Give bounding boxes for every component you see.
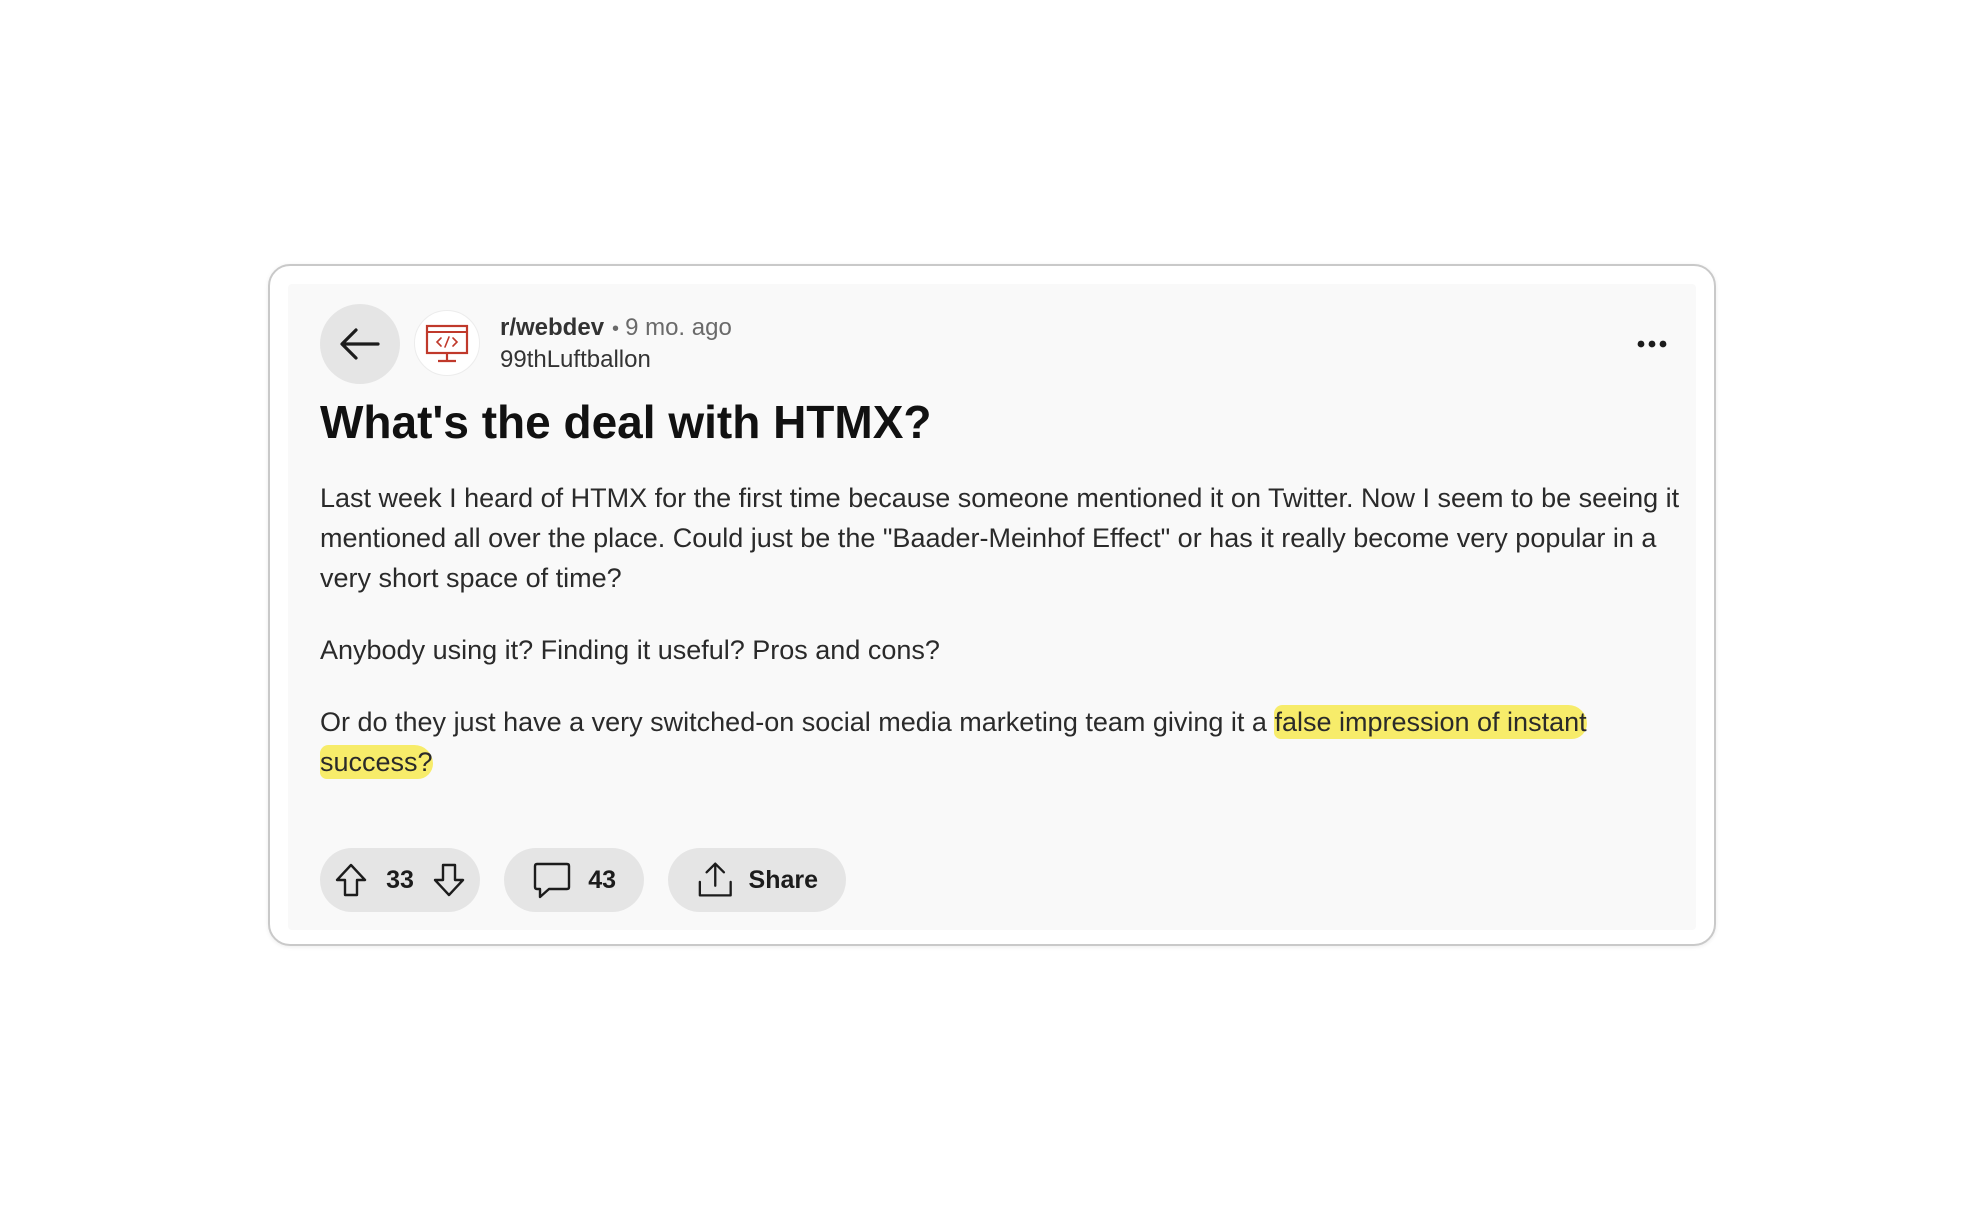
post-card: r/webdev • 9 mo. ago 99thLuftballon What's… <box>288 284 1696 930</box>
arrow-up-outline-icon <box>335 863 367 897</box>
body-paragraph-3-text: Or do they just have a very switched-on … <box>320 707 1275 737</box>
body-paragraph-1: Last week I heard of HTMX for the first … <box>320 483 1680 593</box>
subreddit-avatar[interactable] <box>414 310 480 376</box>
more-options-button[interactable] <box>1632 326 1672 362</box>
share-button[interactable]: Share <box>668 848 846 912</box>
downvote-button[interactable] <box>432 862 466 898</box>
upvote-button[interactable] <box>334 862 368 898</box>
post-body: Last week I heard of HTMX for the first … <box>320 478 1680 814</box>
back-button[interactable] <box>320 304 400 384</box>
post-actions: 33 43 Share <box>320 848 846 912</box>
post-age: 9 mo. ago <box>625 314 732 341</box>
author-link[interactable]: 99thLuftballon <box>500 344 651 376</box>
share-label: Share <box>748 865 818 894</box>
post-frame: r/webdev • 9 mo. ago 99thLuftballon What's… <box>268 264 1716 946</box>
vote-score: 33 <box>386 865 414 894</box>
meta-separator: • <box>612 318 620 340</box>
share-upload-icon <box>698 862 732 897</box>
subreddit-link[interactable]: r/webdev <box>500 314 604 341</box>
body-paragraph-2: Anybody using it? Finding it useful? Pro… <box>320 635 940 665</box>
vote-pill: 33 <box>320 848 480 912</box>
comment-count: 43 <box>588 865 616 894</box>
screenshot-stage: r/webdev • 9 mo. ago 99thLuftballon What's… <box>0 0 1978 1216</box>
post-title[interactable]: What's the deal with HTMX? <box>320 392 932 452</box>
post-meta: r/webdev • 9 mo. ago <box>500 312 732 345</box>
monitor-code-icon <box>425 324 469 363</box>
comments-button[interactable]: 43 <box>504 848 644 912</box>
arrow-down-outline-icon <box>433 863 465 897</box>
arrow-left-icon <box>340 328 380 360</box>
speech-bubble-icon <box>533 862 571 899</box>
ellipsis-horizontal-icon <box>1637 340 1667 348</box>
body-paragraph-3: Or do they just have a very switched-on … <box>320 702 1680 782</box>
